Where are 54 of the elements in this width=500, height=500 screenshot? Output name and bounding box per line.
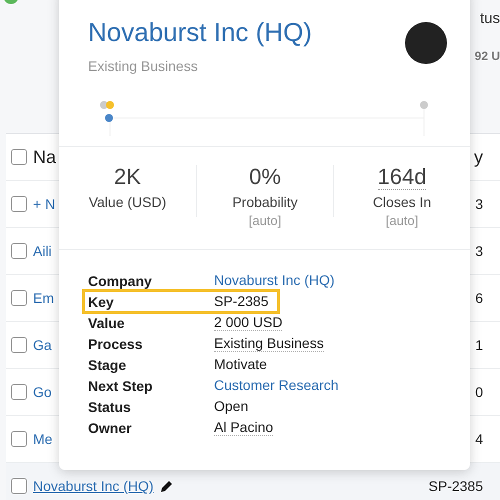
- field-value: Al Pacino: [214, 419, 274, 436]
- column-header: y: [474, 146, 483, 168]
- field-label: Value: [88, 314, 126, 330]
- field-link[interactable]: Novaburst Inc (HQ): [214, 272, 335, 289]
- checkbox[interactable]: [11, 478, 27, 494]
- table-cell: 4: [475, 431, 483, 447]
- stat-value: 2K: [114, 165, 141, 190]
- row-link[interactable]: Em: [33, 290, 54, 306]
- stat-label: Probability: [232, 194, 298, 210]
- stat-note: [auto]: [386, 213, 418, 228]
- table-cell: SP-2385: [428, 478, 483, 494]
- checkbox[interactable]: [11, 149, 27, 165]
- field-value: Open: [214, 398, 248, 415]
- stat-note: [auto]: [248, 213, 282, 228]
- field-label: Company: [88, 272, 153, 288]
- stat-value: 164d: [378, 165, 426, 190]
- checkbox[interactable]: [11, 337, 27, 353]
- field-label: Next Step: [88, 378, 154, 394]
- row-link[interactable]: Novaburst Inc (HQ): [33, 478, 154, 494]
- field-label: Key: [88, 294, 115, 310]
- stat-label: Value (USD): [88, 194, 166, 210]
- checkbox[interactable]: [11, 243, 27, 259]
- stat-value: 0%: [249, 165, 281, 190]
- pencil-icon[interactable]: [160, 479, 174, 493]
- checkbox[interactable]: [11, 384, 27, 400]
- table-cell: 1: [475, 337, 483, 353]
- field-link[interactable]: Customer Research: [214, 377, 338, 394]
- table-cell: 0: [475, 384, 483, 400]
- column-text: 92 U: [474, 49, 500, 63]
- row-link[interactable]: Me: [33, 431, 52, 447]
- stat-label: Closes In: [372, 194, 432, 210]
- row-link[interactable]: Ga: [33, 337, 52, 353]
- popup-subtitle: Existing Business: [88, 58, 199, 74]
- field-value: Motivate: [214, 356, 267, 373]
- table-cell: 6: [475, 290, 483, 306]
- table-cell: 3: [475, 243, 483, 259]
- field-value: SP-2385: [214, 293, 268, 310]
- column-text: tus: [480, 10, 500, 27]
- row-link[interactable]: + N: [33, 196, 56, 212]
- row-link[interactable]: Aili: [33, 243, 52, 259]
- field-label: Process: [88, 336, 144, 352]
- popup-title[interactable]: Novaburst Inc (HQ): [88, 17, 312, 48]
- checkbox[interactable]: [11, 431, 27, 447]
- field-label: Owner: [88, 420, 133, 436]
- table-cell: 3: [475, 196, 483, 212]
- avatar: [405, 22, 447, 64]
- row-link[interactable]: Go: [33, 384, 52, 400]
- field-value: Existing Business: [214, 335, 324, 352]
- field-value: 2 000 USD: [214, 314, 282, 331]
- field-label: Status: [88, 398, 132, 414]
- field-label: Stage: [88, 356, 128, 372]
- checkbox[interactable]: [11, 196, 27, 212]
- column-header: Na: [33, 146, 56, 168]
- checkbox[interactable]: [11, 290, 27, 306]
